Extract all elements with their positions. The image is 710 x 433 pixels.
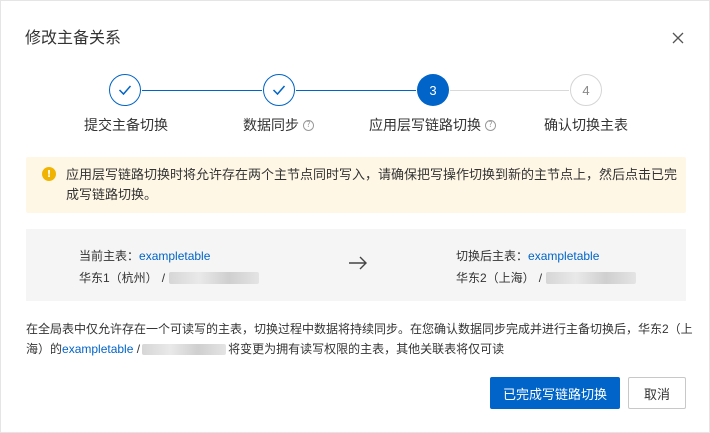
target-primary: 切换后主表： exampletable 华东2（上海） / [456,246,637,288]
table-comparison: 当前主表： exampletable 华东1（杭州） / 切换后主表： exam… [26,229,686,301]
close-icon[interactable] [669,29,687,47]
switch-primary-dialog: 修改主备关系 3 4 提交主备切换 数据同步 ? 应用层写链路切换 ? 确认切换… [0,0,710,433]
step-4-label: 确认切换主表 [544,117,628,133]
step-4-indicator: 4 [570,74,602,106]
path-separator: / [538,271,543,285]
cancel-button[interactable]: 取消 [628,377,686,409]
redacted-instance [142,344,227,356]
step-3-label: 应用层写链路切换 ? [369,115,496,135]
help-icon[interactable]: ? [303,119,314,131]
help-icon[interactable]: ? [485,119,496,131]
current-region: 华东1（杭州） [79,271,158,285]
step-connector [142,90,262,91]
target-primary-label: 切换后主表： [456,249,529,263]
step-1-label: 提交主备切换 [84,117,168,133]
switch-note: 在全局表中仅允许存在一个可读写的主表，切换过程中数据将持续同步。在您确认数据同步… [26,322,693,356]
current-primary-table-link[interactable]: exampletable [139,246,210,266]
path-separator: / [161,271,166,285]
arrow-right-icon [349,256,367,270]
step-2-check-icon [263,74,295,106]
progress-steps: 3 4 提交主备切换 数据同步 ? 应用层写链路切换 ? 确认切换主表 [1,73,710,143]
current-primary-label: 当前主表： [79,249,140,263]
redacted-instance [169,272,260,284]
redacted-instance [546,272,637,284]
alert-message: 应用层写链路切换时将允许存在两个主节点同时写入，请确保把写操作切换到新的主节点上… [66,167,678,202]
step-connector [296,90,416,91]
current-primary: 当前主表： exampletable 华东1（杭州） / [79,246,260,288]
step-3-indicator: 3 [417,74,449,106]
step-2-label: 数据同步 ? [243,115,314,135]
dialog-title: 修改主备关系 [25,30,122,47]
complete-switch-button[interactable]: 已完成写链路切换 [490,377,620,409]
warning-alert: ! 应用层写链路切换时将允许存在两个主节点同时写入，请确保把写操作切换到新的主节… [26,157,686,213]
warning-icon: ! [42,167,56,181]
step-connector [450,90,569,91]
step-1-check-icon [109,74,141,106]
target-primary-table-link[interactable]: exampletable [528,246,599,266]
note-table-link[interactable]: exampletable [62,342,133,356]
target-region: 华东2（上海） [456,271,535,285]
